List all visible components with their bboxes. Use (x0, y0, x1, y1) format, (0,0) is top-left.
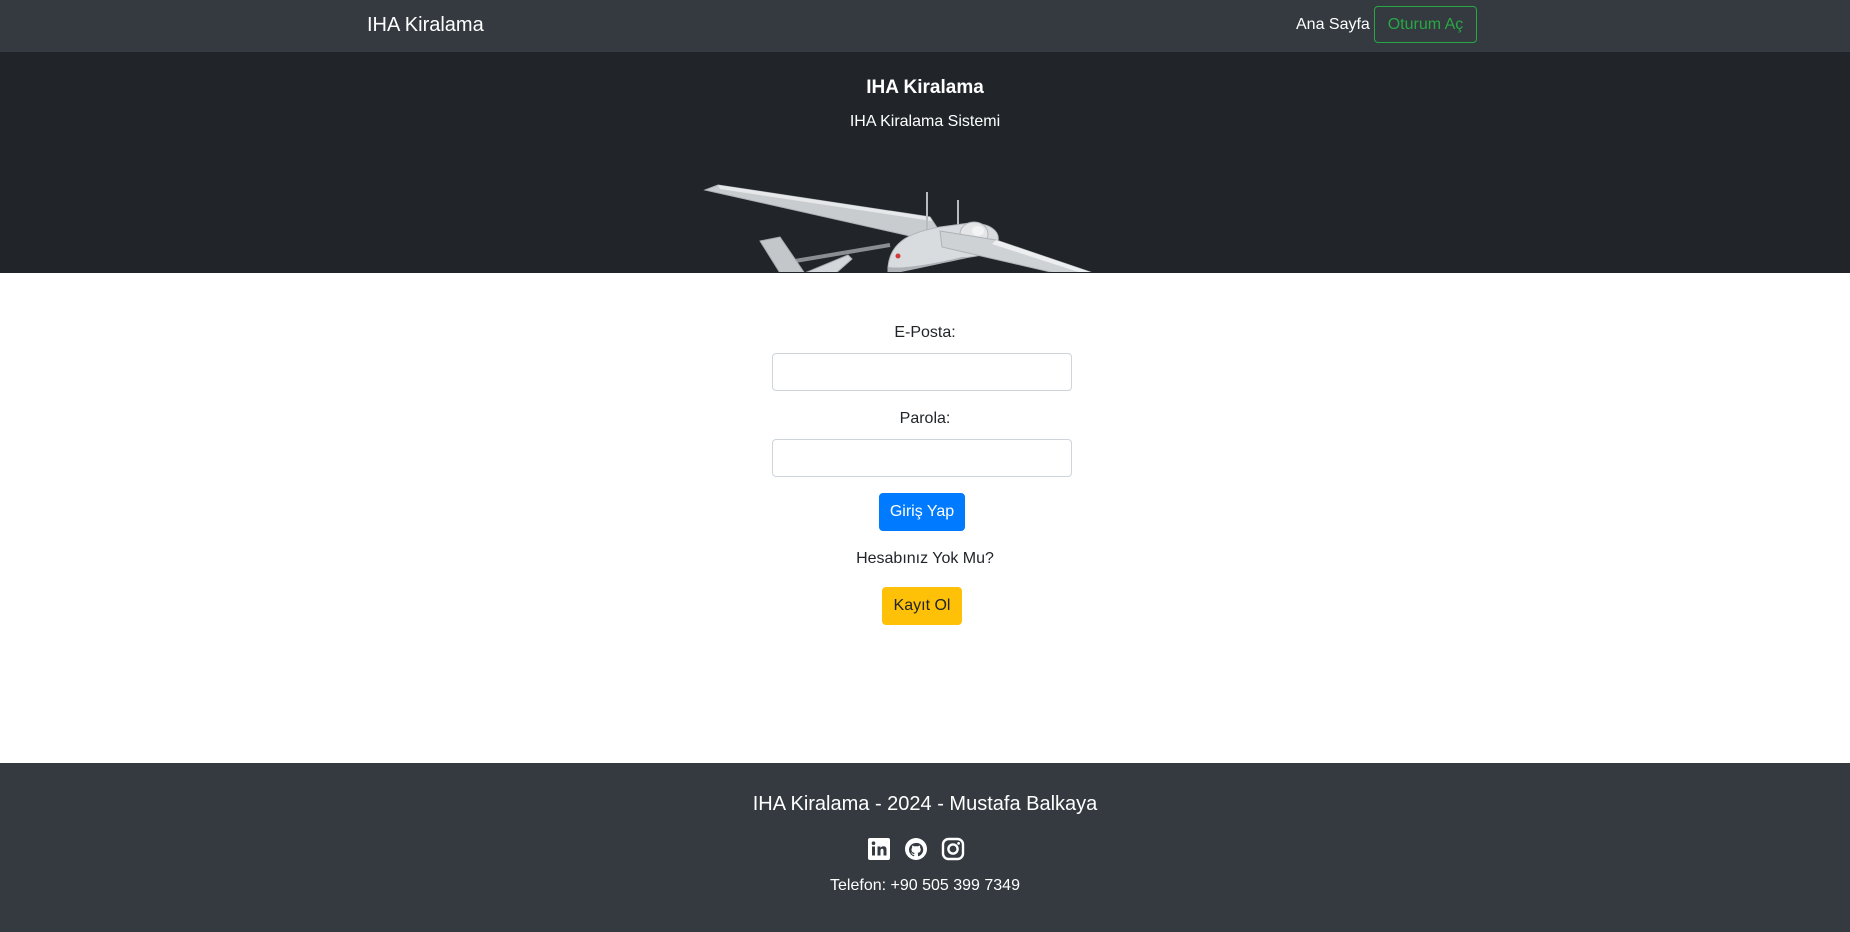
footer-title: IHA Kiralama - 2024 - Mustafa Balkaya (752, 793, 1098, 815)
email-label: E-Posta: (894, 324, 956, 341)
footer-phone: Telefon: +90 505 399 7349 (0, 875, 1850, 897)
social-links (867, 837, 987, 863)
linkedin-icon[interactable] (867, 837, 891, 861)
page-footer: IHA Kiralama - 2024 - Mustafa Balkaya Te… (0, 763, 1850, 932)
login-submit-button[interactable]: Giriş Yap (879, 493, 965, 531)
nav-home-link[interactable]: Ana Sayfa (1296, 14, 1370, 36)
hero-title: IHA Kiralama (866, 77, 984, 98)
navbar-brand[interactable]: IHA Kiralama (367, 12, 484, 38)
drone-image (703, 184, 1092, 272)
password-input[interactable] (772, 439, 1072, 477)
no-account-text: Hesabınız Yok Mu? (856, 550, 994, 567)
github-icon[interactable] (904, 837, 928, 861)
hero-subtitle: IHA Kiralama Sistemi (849, 113, 1001, 130)
register-button[interactable]: Kayıt Ol (882, 587, 962, 625)
email-input[interactable] (772, 353, 1072, 391)
hero-banner: IHA Kiralama IHA Kiralama Sistemi (0, 52, 1850, 273)
password-label: Parola: (899, 410, 951, 427)
top-navbar: IHA Kiralama Ana Sayfa Oturum Aç (0, 0, 1850, 52)
phone-label: Telefon: (830, 877, 887, 894)
instagram-icon[interactable] (941, 837, 965, 861)
login-nav-button[interactable]: Oturum Aç (1374, 6, 1477, 43)
phone-number[interactable]: +90 505 399 7349 (891, 877, 1020, 894)
